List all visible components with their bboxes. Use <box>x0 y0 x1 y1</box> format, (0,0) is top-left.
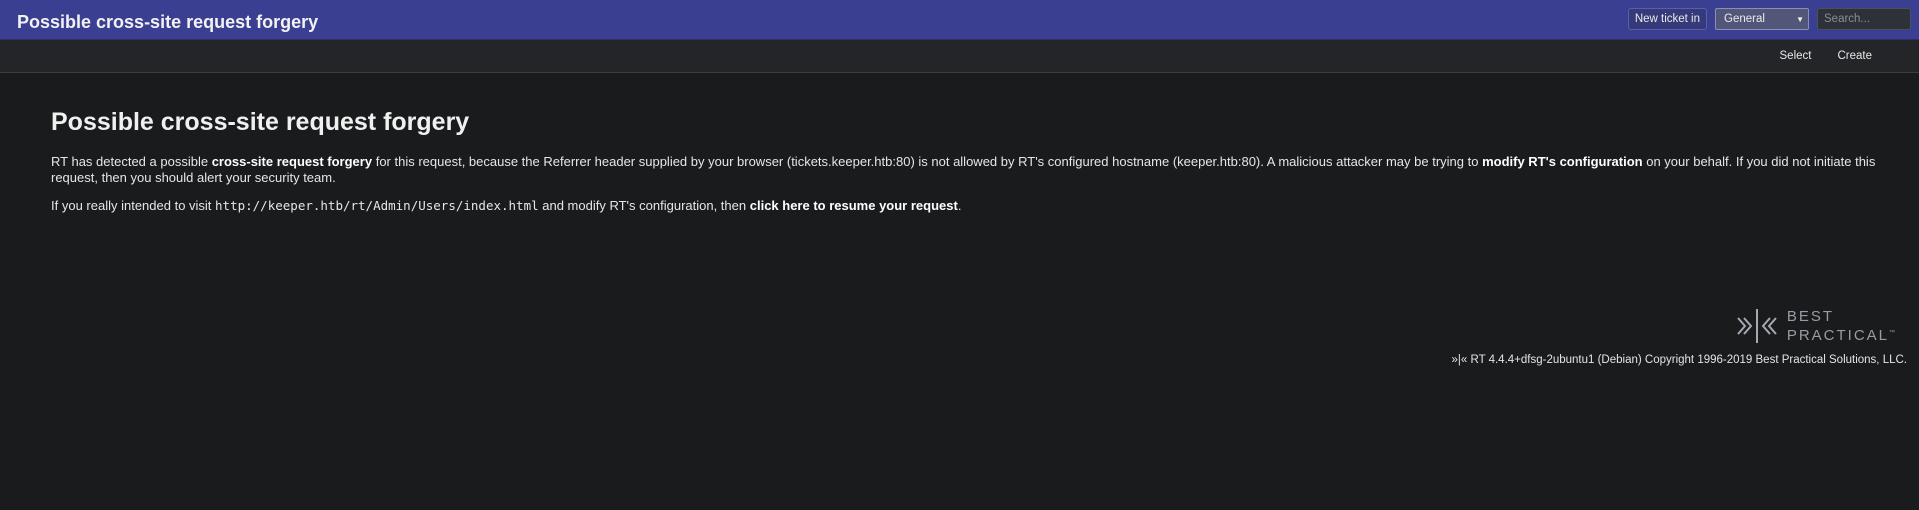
warning-text-2: for this request, because the Referrer h… <box>372 154 1483 169</box>
sub-navigation: Select Create <box>0 40 1919 73</box>
subnav-menu: Select Create <box>1780 50 1873 62</box>
logo-wordmark: BEST PRACTICAL™ <box>1786 307 1895 344</box>
target-url: http://keeper.htb/rt/Admin/Users/index.h… <box>215 198 539 213</box>
trademark-mark: ™ <box>1889 329 1895 336</box>
logo-line-best: BEST <box>1786 307 1834 325</box>
footer-copyright: »|« RT 4.4.4+dfsg-2ubuntu1 (Debian) Copy… <box>1451 354 1908 366</box>
header-actions: New ticket in General ▼ <box>1627 8 1911 30</box>
main-content: Possible cross-site request forgery RT h… <box>51 108 1881 226</box>
menu-item-create[interactable]: Create <box>1837 50 1872 62</box>
logo-line-practical: PRACTICAL™ <box>1786 326 1895 344</box>
new-ticket-button[interactable]: New ticket in <box>1627 8 1707 30</box>
search-input[interactable] <box>1817 8 1911 30</box>
resume-paragraph: If you really intended to visit http://k… <box>51 198 1881 214</box>
chevron-down-icon: ▼ <box>1796 14 1804 24</box>
warning-text-1: RT has detected a possible <box>51 154 212 169</box>
menu-item-select[interactable]: Select <box>1780 50 1812 62</box>
warning-bold-csrf: cross-site request forgery <box>211 154 373 169</box>
page-heading: Possible cross-site request forgery <box>51 108 470 136</box>
best-practical-mark-icon <box>1735 308 1779 344</box>
best-practical-logo[interactable]: BEST PRACTICAL™ <box>1735 308 1895 344</box>
top-header: Possible cross-site request forgery New … <box>0 0 1919 40</box>
csrf-warning-paragraph: RT has detected a possible cross-site re… <box>51 154 1881 186</box>
header-title: Possible cross-site request forgery <box>17 12 319 32</box>
resume-text-3: . <box>957 198 962 213</box>
resume-text-1: If you really intended to visit <box>51 198 216 213</box>
queue-select-value: General <box>1724 13 1765 25</box>
queue-select[interactable]: General ▼ <box>1715 8 1809 30</box>
resume-request-link[interactable]: click here to resume your request <box>750 198 958 213</box>
resume-text-2: and modify RT's configuration, then <box>538 198 750 213</box>
warning-bold-action: modify RT's configuration <box>1482 154 1643 169</box>
